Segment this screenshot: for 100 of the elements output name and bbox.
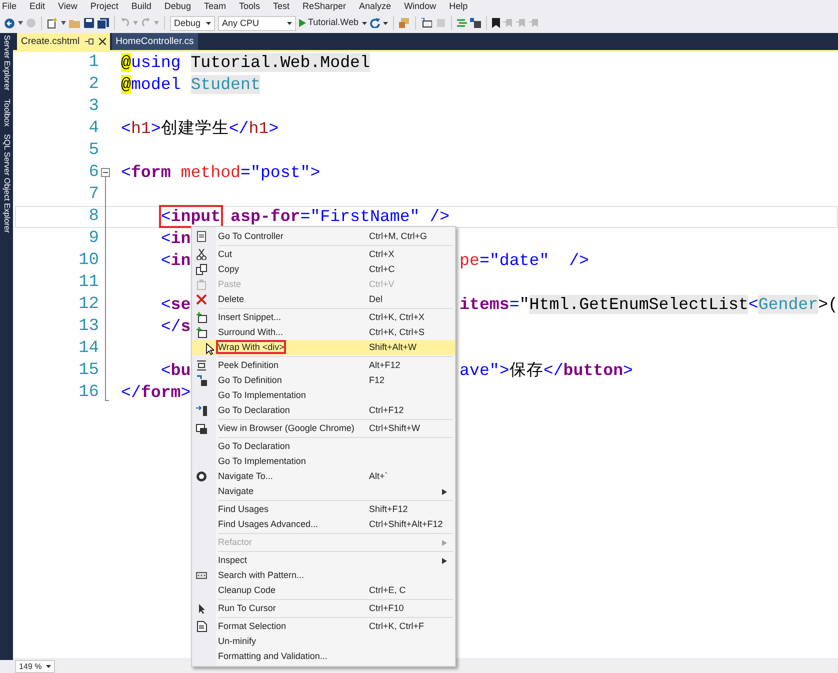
line-number: 10 bbox=[78, 250, 99, 272]
caret-icon[interactable] bbox=[362, 22, 367, 24]
bookmark-icon[interactable] bbox=[492, 18, 500, 28]
menu-item[interactable]: Analyze bbox=[359, 0, 392, 13]
menu-item[interactable]: Project bbox=[90, 0, 118, 13]
caret-icon[interactable] bbox=[18, 21, 23, 25]
browser-icon bbox=[196, 423, 207, 434]
menu-item[interactable]: View in Browser (Google Chrome) Ctrl+Shift+W bbox=[192, 421, 455, 436]
mouse-cursor-icon bbox=[206, 343, 214, 355]
menu-item[interactable]: Find Usages Advanced... Ctrl+Shift+Alt+F12 bbox=[192, 517, 455, 532]
code-fragment: <se bbox=[160, 295, 191, 314]
menu-item[interactable]: Go To Definition F12 bbox=[192, 373, 455, 388]
menu-item[interactable]: Window bbox=[404, 0, 436, 13]
menu-item[interactable]: Navigate bbox=[192, 484, 455, 499]
menu-item[interactable]: Go To Implementation bbox=[192, 388, 455, 403]
menu-item[interactable]: Go To Implementation bbox=[192, 454, 455, 469]
caret-icon bbox=[206, 22, 211, 24]
menu-item[interactable]: Help bbox=[449, 0, 468, 13]
menu-item[interactable]: Run To Cursor Ctrl+F10 bbox=[192, 601, 455, 616]
declaration-icon bbox=[196, 405, 207, 416]
menu-item[interactable]: Un-minify bbox=[192, 634, 455, 649]
side-panel-tab[interactable]: SQL Server Object Explorer bbox=[0, 134, 12, 234]
menu-item[interactable]: Go To Declaration bbox=[192, 439, 455, 454]
menu-item[interactable]: Cleanup Code Ctrl+E, C bbox=[192, 583, 455, 598]
start-button[interactable]: Tutorial.Web bbox=[299, 16, 359, 30]
side-panel-tab[interactable]: Server Explorer bbox=[0, 35, 12, 91]
line-number: 15 bbox=[78, 360, 99, 382]
line-number: 11 bbox=[78, 272, 99, 294]
format-icon bbox=[196, 621, 207, 632]
caret-icon[interactable] bbox=[382, 22, 388, 24]
menu-item[interactable]: Build bbox=[131, 0, 152, 13]
code-fragment: <in bbox=[160, 251, 191, 270]
collapse-icon[interactable] bbox=[100, 168, 110, 177]
code-line: <h1>创建学生</h1> bbox=[120, 119, 279, 139]
menu-item[interactable]: Cut Ctrl+X bbox=[192, 247, 455, 262]
caret-icon bbox=[287, 22, 292, 24]
code-fragment: items="Html.GetEnumSelectList<Gender>( bbox=[460, 295, 838, 315]
menu-item[interactable]: Navigate To... Alt+` bbox=[192, 469, 455, 484]
menu-item[interactable]: Edit bbox=[30, 0, 46, 13]
menu-item[interactable]: Formatting and Validation... bbox=[192, 649, 455, 664]
document-icon bbox=[196, 231, 207, 242]
copy-icon bbox=[196, 264, 207, 275]
menu-item[interactable]: Team bbox=[204, 0, 226, 13]
menu-item[interactable]: Delete Del bbox=[192, 292, 455, 307]
menu-item[interactable]: Go To Declaration Ctrl+F12 bbox=[192, 403, 455, 418]
menu-item[interactable]: Debug bbox=[164, 0, 191, 13]
indent-icon[interactable] bbox=[456, 18, 467, 28]
save-all-icon[interactable] bbox=[97, 18, 109, 28]
menu-item[interactable]: ReSharper bbox=[302, 0, 346, 13]
configuration-dropdown[interactable]: Debug bbox=[170, 16, 215, 30]
refresh-icon[interactable] bbox=[370, 18, 380, 28]
pattern-icon bbox=[196, 570, 207, 581]
paste-icon bbox=[196, 279, 207, 290]
menu-item[interactable]: Search with Pattern... bbox=[192, 568, 455, 583]
line-number: 1 bbox=[88, 52, 99, 74]
snippet-icon bbox=[196, 312, 207, 323]
side-panel-tab[interactable]: Toolbox bbox=[0, 98, 12, 126]
line-number: 16 bbox=[78, 382, 99, 404]
delete-icon bbox=[196, 294, 207, 305]
play-icon bbox=[299, 19, 306, 27]
pin-icon[interactable] bbox=[84, 38, 94, 45]
code-fragment: <bu bbox=[160, 361, 191, 380]
menu-item[interactable]: Inspect bbox=[192, 553, 455, 568]
menu-item[interactable]: Peek Definition Alt+F12 bbox=[192, 358, 455, 373]
save-icon[interactable] bbox=[84, 18, 94, 28]
menu-item[interactable]: Copy Ctrl+C bbox=[192, 262, 455, 277]
comment-icon[interactable] bbox=[420, 18, 432, 28]
caret-icon bbox=[46, 665, 51, 668]
submenu-arrow-icon bbox=[442, 558, 447, 564]
menu-item[interactable]: Surround With... Ctrl+K, Ctrl+S bbox=[192, 325, 455, 340]
code-line: </form> bbox=[120, 383, 191, 403]
new-item-icon[interactable] bbox=[47, 18, 58, 28]
menu-item[interactable]: Wrap With <div> Shift+Alt+W bbox=[192, 340, 455, 355]
line-number: 4 bbox=[88, 118, 99, 140]
close-icon[interactable] bbox=[98, 38, 106, 45]
platform-dropdown[interactable]: Any CPU bbox=[218, 16, 296, 30]
windows-icon[interactable] bbox=[398, 18, 410, 28]
menu-item[interactable]: View bbox=[58, 0, 78, 13]
line-number: 2 bbox=[88, 74, 99, 96]
line-number: 6 bbox=[88, 162, 99, 184]
document-tab[interactable]: HomeController.cs bbox=[112, 33, 198, 50]
menu-item[interactable]: File bbox=[2, 0, 17, 13]
menu-item[interactable]: Format Selection Ctrl+K, Ctrl+F bbox=[192, 619, 455, 634]
zoom-dropdown[interactable]: 149 % bbox=[15, 660, 55, 673]
code-fragment: pe="date" /> bbox=[460, 251, 590, 271]
code-line: @model Student bbox=[120, 75, 260, 95]
menu-item[interactable]: Insert Snippet... Ctrl+K, Ctrl+X bbox=[192, 310, 455, 325]
caret-icon[interactable] bbox=[61, 21, 66, 25]
back-icon[interactable] bbox=[4, 18, 15, 28]
snippet-icon bbox=[196, 327, 207, 338]
peek-icon bbox=[196, 360, 207, 371]
code-line: </s bbox=[160, 317, 191, 337]
menu-item[interactable]: Go To Controller Ctrl+M, Ctrl+G bbox=[192, 229, 455, 244]
line-number: 13 bbox=[78, 316, 99, 338]
menu-item[interactable]: Find Usages Shift+F12 bbox=[192, 502, 455, 517]
line-number: 5 bbox=[88, 140, 99, 162]
menu-item[interactable]: Test bbox=[272, 0, 290, 13]
menu-item[interactable]: Tools bbox=[238, 0, 260, 13]
document-tab[interactable]: Create.cshtml bbox=[16, 33, 110, 50]
line-number: 14 bbox=[78, 338, 99, 360]
